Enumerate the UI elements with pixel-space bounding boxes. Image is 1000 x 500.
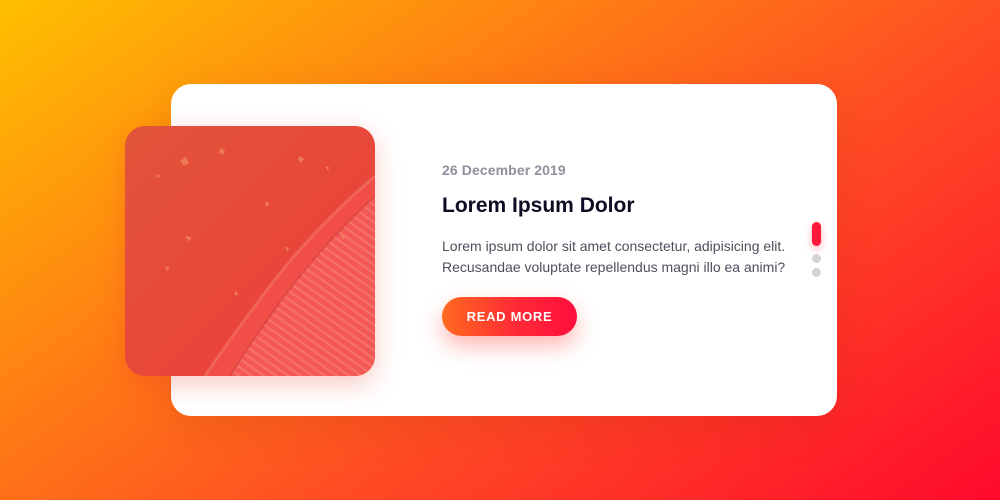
slider-pagination	[812, 222, 821, 282]
autumn-street-photo-icon	[125, 126, 375, 376]
post-excerpt: Lorem ipsum dolor sit amet consectetur, …	[442, 238, 786, 275]
post-content: 26 December 2019 Lorem Ipsum Dolor Lorem…	[442, 160, 802, 278]
pagination-dot-2[interactable]	[812, 254, 821, 263]
post-image	[125, 126, 375, 376]
pagination-dot-3[interactable]	[812, 268, 821, 277]
post-title: Lorem Ipsum Dolor	[442, 194, 635, 217]
read-more-button[interactable]: READ MORE	[442, 297, 577, 336]
pagination-dot-1[interactable]	[812, 222, 821, 246]
post-date: 26 December 2019	[442, 162, 566, 178]
